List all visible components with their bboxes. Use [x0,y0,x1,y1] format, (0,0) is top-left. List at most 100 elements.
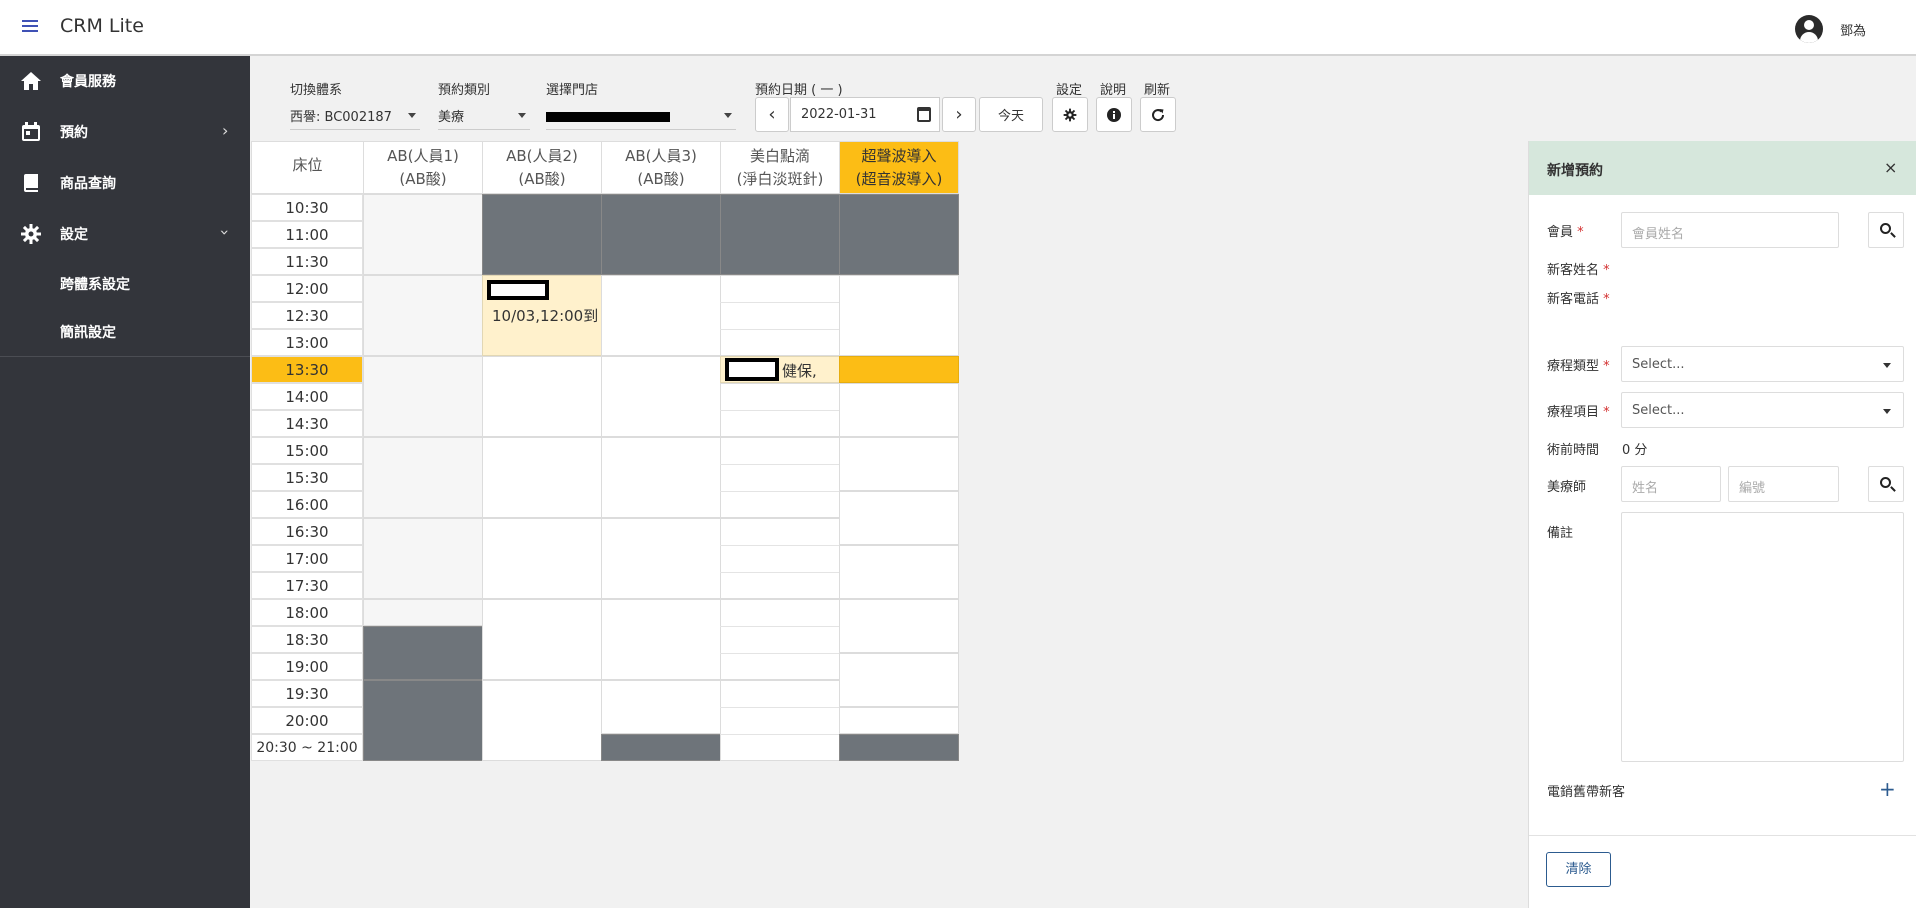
time-slot: 20:30 ~ 21:00 [251,734,363,761]
dropdown-caret-icon [408,113,416,118]
sidebar-item-booking[interactable]: 預約 › [0,107,250,157]
settings-button[interactable] [1052,97,1088,132]
schedule-cell[interactable] [839,383,959,437]
column-header-highlighted: 超聲波導入 (超音波導入) [839,141,959,194]
therapist-label: 美療師 [1547,480,1587,495]
system-label: 切換體系 [290,83,343,98]
store-select[interactable] [546,100,736,130]
sidebar-item-label: 設定 [60,227,88,243]
type-label: 預約類別 [438,83,491,98]
schedule-cell-blocked [363,626,483,680]
appointment-text: 健保, [782,362,817,380]
schedule-cell[interactable] [839,437,959,491]
time-slot-current: 13:30 [251,356,363,383]
time-slot: 17:00 [251,545,363,572]
next-day-button[interactable]: › [942,97,976,132]
note-label: 備註 [1547,526,1574,541]
schedule-cell[interactable] [482,680,602,761]
column-header: AB(人員2) (AB酸) [482,141,602,194]
settings-label: 設定 [1056,83,1083,98]
time-slot: 18:30 [251,626,363,653]
date-input[interactable]: 2022-01-31 [790,97,940,132]
sidebar-item-product-search[interactable]: 商品查詢 [0,158,250,208]
schedule-cell[interactable] [482,518,602,599]
help-button[interactable] [1096,97,1132,132]
calendar-icon[interactable] [917,107,931,122]
time-slot: 16:00 [251,491,363,518]
schedule-cell[interactable] [363,194,483,275]
schedule-cell[interactable] [363,599,483,626]
schedule-cell[interactable] [720,680,840,761]
schedule-cell[interactable] [363,356,483,437]
redacted-name [725,358,779,381]
calendar-icon [22,122,40,141]
top-bar: CRM Lite 鄧為 [0,0,1916,56]
schedule-cell-current[interactable] [839,356,959,383]
redacted-name [487,280,549,300]
treatment-type-select[interactable]: Select... [1621,346,1904,382]
user-name[interactable]: 鄧為 [1840,20,1866,39]
type-select[interactable]: 美療 [438,100,530,130]
schedule-grid: 床位 AB(人員1) (AB酸) AB(人員2) (AB酸) AB(人員3) (AB酸… [251,141,959,761]
therapist-id-input[interactable]: 編號 [1728,466,1839,502]
clear-button[interactable]: 清除 [1546,852,1611,887]
schedule-cell[interactable] [601,599,721,680]
new-customer-name-label: 新客姓名 * [1547,263,1610,278]
schedule-cell[interactable] [839,599,959,653]
system-select[interactable]: 西譽: BC002187 [290,100,420,130]
column-header: 美白點滴 (淨白淡斑針) [720,141,840,194]
member-name-input[interactable]: 會員姓名 [1621,212,1839,248]
schedule-cell[interactable] [720,518,840,599]
refresh-label: 刷新 [1144,83,1171,98]
pre-time-label: 術前時間 [1547,443,1600,458]
schedule-cell-blocked [601,194,721,275]
schedule-cell[interactable] [482,599,602,680]
schedule-cell[interactable] [601,518,721,599]
schedule-cell[interactable] [363,518,483,599]
schedule-cell[interactable] [720,275,840,356]
add-referral-icon[interactable]: + [1879,777,1896,801]
time-slot: 16:30 [251,518,363,545]
sidebar-item-label: 預約 [60,125,88,141]
note-textarea[interactable] [1621,512,1904,762]
refresh-button[interactable] [1140,97,1176,132]
close-icon[interactable]: × [1884,158,1897,177]
sidebar-item-settings[interactable]: 設定 › [0,209,250,259]
schedule-cell[interactable] [482,437,602,518]
panel-divider [1529,835,1916,836]
time-slot: 13:00 [251,329,363,356]
sidebar-subitem-sms[interactable]: 簡訊設定 [60,322,116,342]
schedule-cell[interactable] [363,275,483,356]
schedule-cell[interactable] [720,599,840,680]
schedule-cell[interactable] [601,275,721,356]
therapist-name-input[interactable]: 姓名 [1621,466,1721,502]
schedule-cell[interactable] [363,437,483,518]
schedule-cell[interactable] [839,653,959,707]
therapist-search-button[interactable] [1868,466,1904,502]
today-button[interactable]: 今天 [979,97,1043,132]
schedule-cell[interactable] [601,356,721,437]
member-search-button[interactable] [1868,212,1904,248]
column-header: AB(人員1) (AB酸) [363,141,483,194]
treatment-item-select[interactable]: Select... [1621,392,1904,428]
time-slot: 19:30 [251,680,363,707]
column-header: AB(人員3) (AB酸) [601,141,721,194]
schedule-cell[interactable] [601,680,721,734]
schedule-cell[interactable] [601,437,721,518]
sidebar-subitem-cross-system[interactable]: 跨體系設定 [60,274,130,294]
schedule-cell[interactable] [839,545,959,599]
panel-header: 新增預約 × [1529,141,1916,195]
bed-header: 床位 [251,141,364,194]
treatment-item-label: 療程項目 * [1547,405,1610,420]
prev-day-button[interactable]: ‹ [755,97,789,132]
schedule-cell[interactable] [839,275,959,356]
date-label: 預約日期 ( 一 ) [755,83,843,98]
schedule-cell[interactable] [839,707,959,734]
schedule-cell[interactable] [839,491,959,545]
schedule-cell[interactable] [482,356,602,437]
user-avatar-icon[interactable] [1795,15,1823,43]
chevron-right-icon: › [955,104,963,125]
sidebar-item-member-service[interactable]: 會員服務 [0,56,250,106]
menu-icon[interactable] [22,20,38,32]
schedule-cell[interactable] [720,437,840,518]
